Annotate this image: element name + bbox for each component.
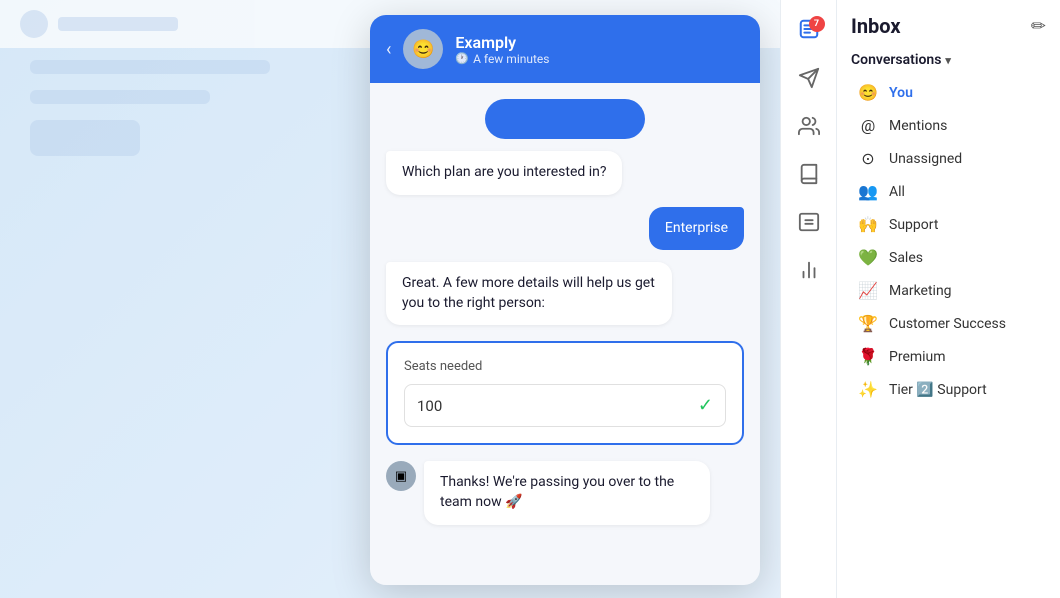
inbox-title: Inbox: [851, 14, 901, 38]
sidebar-item-contacts[interactable]: [789, 108, 829, 148]
chat-messages: Which plan are you interested in? Enterp…: [370, 83, 760, 585]
sales-icon: 💚: [857, 248, 879, 267]
nav-item-mentions-label: Mentions: [889, 118, 1040, 134]
nav-item-unassigned[interactable]: ⊙ Unassigned: [851, 142, 1046, 175]
nav-item-premium-label: Premium: [889, 349, 1040, 365]
nav-item-mentions[interactable]: @ Mentions: [851, 109, 1046, 142]
nav-item-support[interactable]: 🙌 Support: [851, 208, 1046, 241]
chat-agent-name: Examply: [455, 33, 549, 52]
nav-item-sales-label: Sales: [889, 250, 1040, 266]
nav-item-all[interactable]: 👥 All: [851, 175, 1046, 208]
sidebar-item-tickets[interactable]: [789, 204, 829, 244]
chevron-down-icon: ▾: [945, 54, 951, 67]
chat-back-button[interactable]: ‹: [386, 39, 391, 60]
message-great-details: Great. A few more details will help us g…: [386, 262, 672, 325]
nav-item-marketing[interactable]: 📈 Marketing: [851, 274, 1046, 307]
conversations-section-header[interactable]: Conversations ▾: [851, 52, 1046, 68]
chat-header-info: Examply 🕐 A few minutes: [455, 33, 549, 66]
form-label-seats: Seats needed: [404, 359, 726, 374]
bg-bar-1: [30, 60, 270, 74]
you-icon: 😊: [857, 83, 879, 102]
bg-btn: [30, 120, 140, 156]
nav-item-unassigned-label: Unassigned: [889, 151, 1040, 167]
customer-success-icon: 🏆: [857, 314, 879, 333]
message-thanks: Thanks! We're passing you over to the te…: [424, 461, 710, 524]
all-icon: 👥: [857, 182, 879, 201]
bg-logo: [20, 10, 48, 38]
mentions-icon: @: [857, 116, 879, 135]
seats-value: 100: [417, 397, 690, 415]
bg-content: [30, 60, 270, 156]
support-icon: 🙌: [857, 215, 879, 234]
nav-items-list: 😊 You @ Mentions ⊙ Unassigned 👥 All 🙌 Su…: [851, 76, 1046, 406]
tier-support-icon: ✨: [857, 380, 879, 399]
right-panel: 7: [780, 0, 1060, 598]
message-thanks-row: ▣ Thanks! We're passing you over to the …: [386, 461, 744, 524]
clock-icon: 🕐: [455, 52, 469, 65]
chat-avatar: 😊: [403, 29, 443, 69]
compose-button[interactable]: ✏: [1031, 16, 1046, 37]
nav-item-customer-success[interactable]: 🏆 Customer Success: [851, 307, 1046, 340]
nav-item-support-label: Support: [889, 217, 1040, 233]
reports-icon: [798, 259, 820, 285]
message-enterprise: Enterprise: [649, 207, 744, 251]
chat-header: ‹ 😊 Examply 🕐 A few minutes: [370, 15, 760, 83]
knowledge-icon: [798, 163, 820, 189]
check-icon: ✓: [698, 395, 713, 416]
nav-item-all-label: All: [889, 184, 1040, 200]
form-input-seats[interactable]: 100 ✓: [404, 384, 726, 427]
nav-item-tier-support[interactable]: ✨ Tier 2️⃣ Support: [851, 373, 1046, 406]
inbox-panel: Inbox ✏ Conversations ▾ 😊 You @ Mentions…: [837, 0, 1060, 598]
thanks-avatar: ▣: [386, 461, 416, 491]
chat-top-action-button[interactable]: [485, 99, 645, 139]
nav-item-sales[interactable]: 💚 Sales: [851, 241, 1046, 274]
nav-item-tier-support-label: Tier 2️⃣ Support: [889, 382, 1040, 398]
inbox-badge: 7: [809, 16, 825, 32]
bg-title: [58, 17, 178, 31]
sidebar-icons: 7: [781, 0, 837, 598]
tickets-icon: [798, 211, 820, 237]
inbox-header: Inbox ✏: [851, 14, 1046, 38]
chat-agent-status: 🕐 A few minutes: [455, 52, 549, 66]
nav-item-marketing-label: Marketing: [889, 283, 1040, 299]
sidebar-item-send[interactable]: [789, 60, 829, 100]
seats-form-card: Seats needed 100 ✓: [386, 341, 744, 445]
marketing-icon: 📈: [857, 281, 879, 300]
sidebar-item-inbox[interactable]: 7: [789, 12, 829, 52]
contacts-icon: [798, 115, 820, 141]
sidebar-item-reports[interactable]: [789, 252, 829, 292]
premium-icon: 🌹: [857, 347, 879, 366]
unassigned-icon: ⊙: [857, 149, 879, 168]
nav-item-you[interactable]: 😊 You: [851, 76, 1046, 109]
message-which-plan: Which plan are you interested in?: [386, 151, 622, 195]
send-icon: [798, 67, 820, 93]
nav-item-you-label: You: [889, 85, 1040, 101]
nav-item-customer-success-label: Customer Success: [889, 316, 1040, 332]
sidebar-item-knowledge[interactable]: [789, 156, 829, 196]
chat-widget: ‹ 😊 Examply 🕐 A few minutes Which plan a…: [370, 15, 760, 585]
conversations-label: Conversations: [851, 52, 941, 68]
bg-bar-2: [30, 90, 210, 104]
nav-item-premium[interactable]: 🌹 Premium: [851, 340, 1046, 373]
